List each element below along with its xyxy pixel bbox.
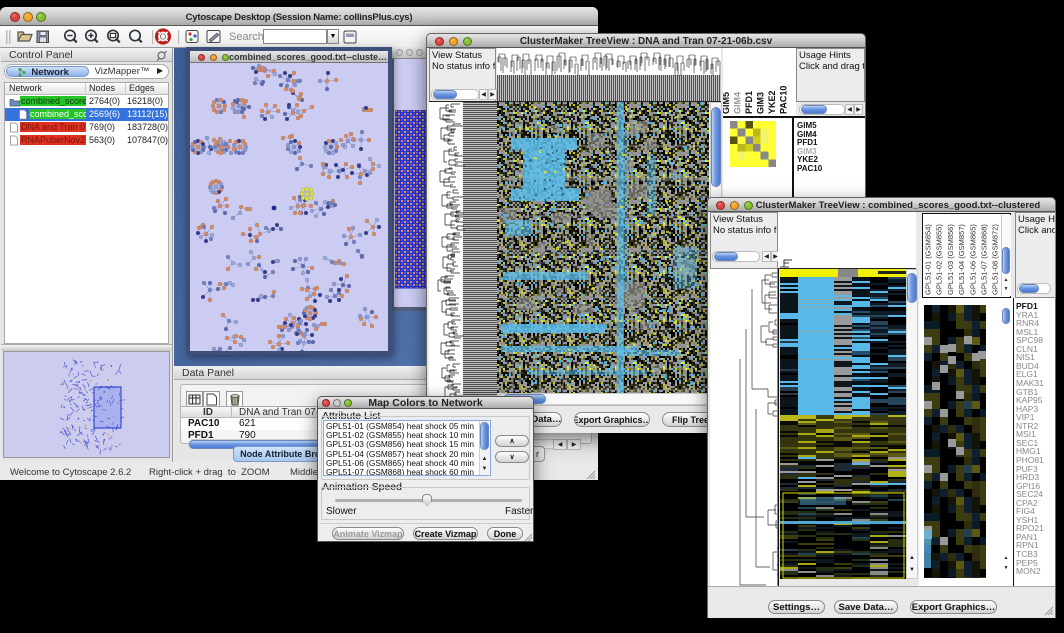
svg-text:GIM4: GIM4 [733,92,743,114]
svg-text:GPL51-07 (GSM868): GPL51-07 (GSM868) [980,224,989,295]
svg-text:GPL51-08 (GSM872): GPL51-08 (GSM872) [991,224,1000,295]
svg-text:GPL51-04 (GSM857): GPL51-04 (GSM857) [957,224,966,295]
svg-text:GPL51-06 (GSM865): GPL51-06 (GSM865) [968,224,977,295]
svg-text:PFD1: PFD1 [744,91,754,114]
svg-text:GPL51-01 (GSM854): GPL51-01 (GSM854) [924,224,933,295]
svg-text:GIM3: GIM3 [756,92,766,114]
svg-text:YKE2: YKE2 [767,90,777,114]
svg-text:GPL51-02 (GSM855): GPL51-02 (GSM855) [935,224,944,295]
svg-text:PAC10: PAC10 [779,86,789,114]
svg-text:GPL51-03 (GSM856): GPL51-03 (GSM856) [946,224,955,295]
svg-text:GIM5: GIM5 [723,92,731,114]
